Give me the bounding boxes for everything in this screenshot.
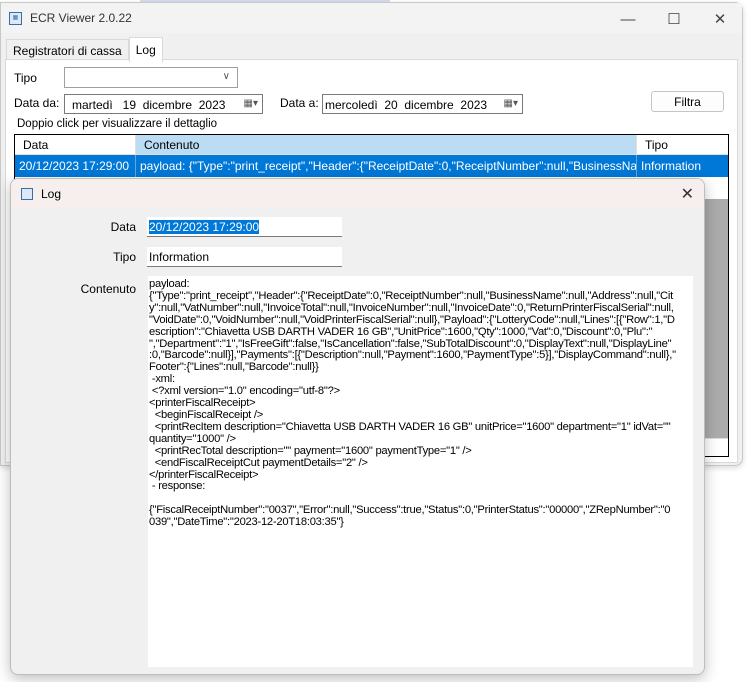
data-da-picker[interactable]: martedì 19 dicembre 2023 ▦▾ [64, 94, 263, 114]
chevron-down-icon: ∨ [222, 71, 230, 82]
content-line: Footer":{"Lines":null,"Barcode":null}} [149, 361, 319, 374]
dialog-icon [21, 187, 33, 200]
tipo-label: Tipo [14, 71, 37, 85]
dialog-title: Log [41, 186, 62, 201]
content-line: escription":"Chiavetta USB DARTH VADER 1… [149, 325, 653, 338]
dialog-title-bar: Log [11, 179, 704, 208]
data-a-label: Data a: [280, 96, 319, 110]
content-line: "VoidDate":0,"VoidNumber":null,"VoidPrin… [149, 313, 675, 326]
column-header-tipo[interactable]: Tipo [637, 135, 728, 154]
content-line: <endFiscalReceiptCut paymentDetails="2" … [149, 456, 368, 469]
tipo-label: Tipo [113, 250, 136, 264]
calendar-icon[interactable]: ▦▾ [504, 98, 518, 109]
filtra-button[interactable]: Filtra [651, 91, 724, 112]
data-field-value: 20/12/2023 17:29:00 [149, 220, 260, 234]
contenuto-textarea[interactable]: payload: {"Type":"print_receipt","Header"… [148, 276, 693, 667]
minimize-button[interactable]: — [605, 5, 651, 33]
grid-header: Data Contenuto Tipo [15, 135, 728, 155]
cell-contenuto: payload: {"Type":"print_receipt","Header… [136, 155, 637, 177]
maximize-button[interactable]: ☐ [651, 5, 697, 33]
column-header-data[interactable]: Data [15, 135, 136, 154]
tab-log[interactable]: Log [128, 37, 163, 62]
data-a-value: mercoledì 20 dicembre 2023 [325, 98, 488, 112]
log-detail-dialog: Log ✕ Data 20/12/2023 17:29:00 Tipo Info… [10, 178, 705, 675]
data-a-picker[interactable]: mercoledì 20 dicembre 2023 ▦▾ [322, 94, 523, 114]
data-da-label: Data da: [14, 96, 60, 110]
content-line: quantity="1000" /> [149, 432, 236, 445]
hint-text: Doppio click per visualizzare il dettagl… [17, 118, 218, 130]
table-row[interactable]: 20/12/2023 17:29:00 payload: {"Type":"pr… [15, 155, 728, 177]
contenuto-label: Contenuto [80, 282, 136, 296]
content-line: </printerFiscalReceipt> [149, 468, 259, 481]
data-label: Data [110, 220, 136, 234]
column-header-contenuto[interactable]: Contenuto [136, 135, 637, 154]
content-line: 039","DateTime":"2023-12-20T18:03:35"} [149, 516, 344, 529]
calendar-icon[interactable]: ▦▾ [244, 98, 258, 109]
tipo-select[interactable]: ∨ [64, 67, 238, 88]
close-button[interactable]: ✕ [697, 5, 743, 33]
data-field[interactable]: 20/12/2023 17:29:00 [147, 217, 342, 237]
dialog-close-button[interactable]: ✕ [681, 184, 694, 204]
content-line: - response: [149, 480, 206, 493]
tipo-field[interactable]: Information [147, 247, 342, 267]
window-title: ECR Viewer 2.0.22 [30, 11, 132, 25]
content-line: <printRecTotal description="" payment="1… [149, 444, 472, 457]
cell-tipo: Information [641, 159, 702, 173]
content-line: y":null,"VatNumber":null,"InvoiceTotal":… [149, 301, 674, 314]
cell-data: 20/12/2023 17:29:00 [15, 155, 136, 177]
app-icon: ▦ [9, 11, 22, 25]
content-line: <printRecItem description="Chiavetta USB… [149, 420, 671, 433]
data-da-value: martedì 19 dicembre 2023 [72, 98, 226, 112]
